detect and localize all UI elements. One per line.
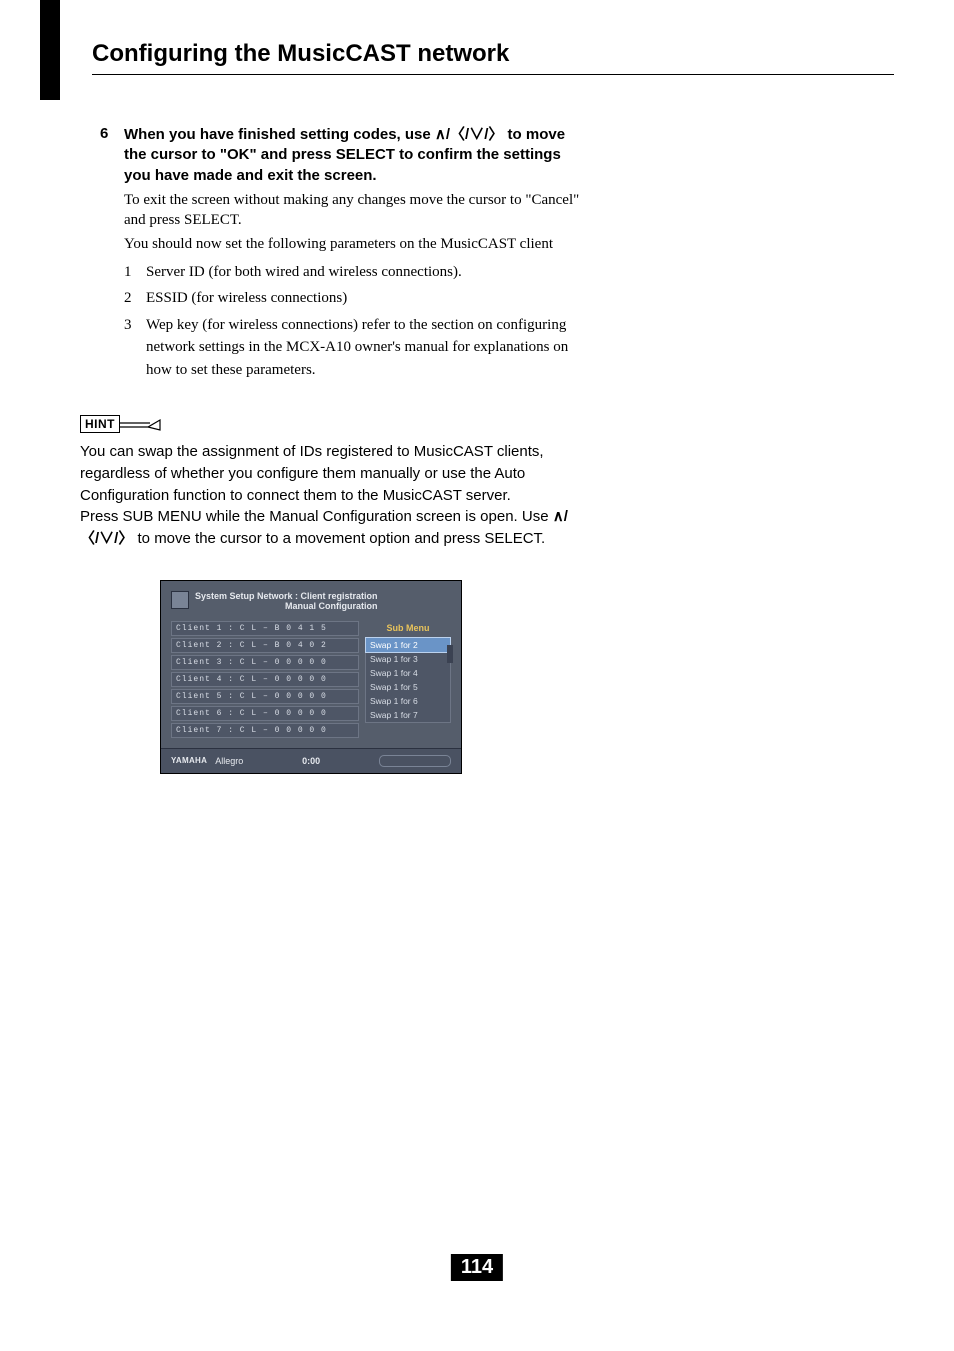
manual-page: Configuring the MusicCAST network 6 When… xyxy=(0,0,954,1351)
list-item: 2ESSID (for wireless connections) xyxy=(124,287,580,310)
submenu-item[interactable]: Swap 1 for 5 xyxy=(366,680,450,694)
screenshot-footer: YAMAHA Allegro 0:00 xyxy=(161,749,461,773)
footer-time: 0:00 xyxy=(302,756,320,766)
submenu-item[interactable]: Swap 1 for 2 xyxy=(365,637,451,653)
breadcrumb: System Setup Network : Client registrati… xyxy=(171,591,451,611)
submenu-title: Sub Menu xyxy=(365,623,451,633)
step-para-1: To exit the screen without making any ch… xyxy=(124,190,580,231)
hint-paragraph-1: You can swap the assignment of IDs regis… xyxy=(80,441,580,506)
submenu-scroll-indicator[interactable] xyxy=(447,645,453,663)
page-number-badge: 114 xyxy=(451,1254,503,1281)
client-row[interactable]: Client 5 : C L – 0 0 0 0 0 xyxy=(171,689,359,704)
arrow-glyphs: ∧/〈/∨/〉 xyxy=(435,126,503,143)
submenu-item[interactable]: Swap 1 for 7 xyxy=(366,708,450,722)
hint-label: HINT xyxy=(80,415,580,433)
step-para-2: You should now set the following paramet… xyxy=(124,234,580,254)
side-tab xyxy=(40,0,60,100)
client-row[interactable]: Client 6 : C L – 0 0 0 0 0 xyxy=(171,706,359,721)
list-item: 3Wep key (for wireless connections) refe… xyxy=(124,314,580,382)
client-row[interactable]: Client 7 : C L – 0 0 0 0 0 xyxy=(171,723,359,738)
hint-paragraph-2: Press SUB MENU while the Manual Configur… xyxy=(80,506,580,550)
hint-badge: HINT xyxy=(80,415,120,433)
list-item: 1Server ID (for both wired and wireless … xyxy=(124,261,580,284)
step-instruction: When you have finished setting codes, us… xyxy=(124,125,580,186)
submenu: Sub Menu Swap 1 for 2 Swap 1 for 3 Swap … xyxy=(365,621,451,740)
submenu-item[interactable]: Swap 1 for 4 xyxy=(366,666,450,680)
client-row[interactable]: Client 3 : C L – 0 0 0 0 0 xyxy=(171,655,359,670)
client-row[interactable]: Client 1 : C L – B 0 4 1 5 xyxy=(171,621,359,636)
step-block: 6 When you have finished setting codes, … xyxy=(100,125,580,385)
hint-arrow-icon xyxy=(120,416,166,432)
step-sublist: 1Server ID (for both wired and wireless … xyxy=(124,261,580,382)
submenu-item[interactable]: Swap 1 for 3 xyxy=(366,652,450,666)
brand-logo: YAMAHA xyxy=(171,756,207,765)
hint-block: HINT You can swap the assignment of IDs … xyxy=(80,415,580,774)
embedded-screenshot: System Setup Network : Client registrati… xyxy=(160,580,462,774)
client-row[interactable]: Client 2 : C L – B 0 4 0 2 xyxy=(171,638,359,653)
footer-progress xyxy=(379,755,451,767)
client-row[interactable]: Client 4 : C L – 0 0 0 0 0 xyxy=(171,672,359,687)
breadcrumb-line-2: Manual Configuration xyxy=(195,601,378,611)
app-icon xyxy=(171,591,189,609)
page-title: Configuring the MusicCAST network xyxy=(92,40,894,68)
breadcrumb-line-1: System Setup Network : Client registrati… xyxy=(195,591,378,601)
title-rule xyxy=(92,74,894,75)
client-list: Client 1 : C L – B 0 4 1 5 Client 2 : C … xyxy=(171,621,359,740)
submenu-item[interactable]: Swap 1 for 6 xyxy=(366,694,450,708)
step-bold-a: When you have finished setting codes, us… xyxy=(124,126,435,143)
step-number: 6 xyxy=(100,125,124,385)
footer-mode: Allegro xyxy=(215,756,243,766)
